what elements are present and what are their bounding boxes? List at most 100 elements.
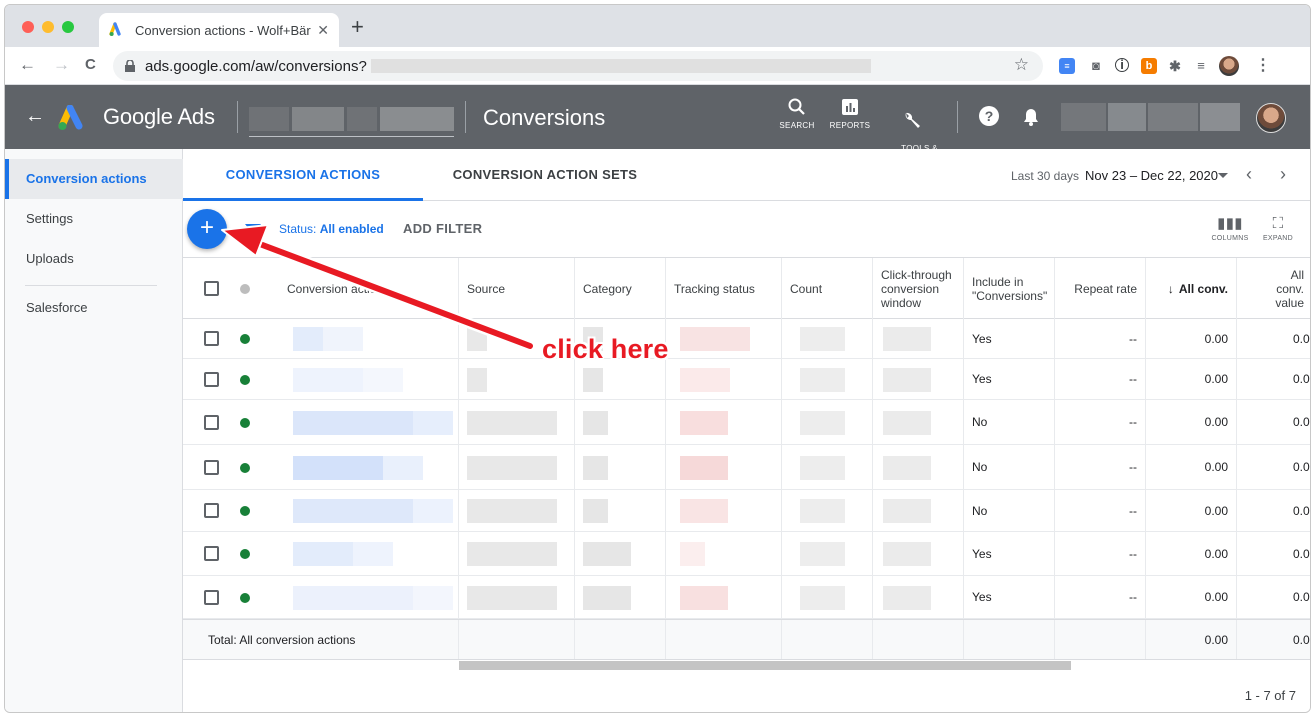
row-checkbox[interactable]: [204, 372, 219, 387]
cell-repeat-rate: --: [1055, 400, 1146, 444]
col-click-through-window[interactable]: Click-through conversion window: [873, 258, 964, 319]
total-cell-empty: [666, 620, 782, 659]
browser-toolbar: ← → C ads.google.com/aw/conversions? ☆ ≡…: [5, 47, 1310, 85]
sidebar-divider: [25, 285, 157, 286]
row-checkbox[interactable]: [204, 503, 219, 518]
notifications-bell-icon[interactable]: [1022, 107, 1040, 127]
help-icon[interactable]: ?: [979, 106, 999, 126]
camera-extension-icon[interactable]: ◙: [1088, 58, 1104, 74]
date-dropdown-icon[interactable]: [1218, 173, 1228, 178]
new-tab-button[interactable]: +: [351, 16, 364, 38]
puzzle-extensions-icon[interactable]: ✱: [1167, 58, 1183, 74]
col-repeat-rate[interactable]: Repeat rate: [1055, 258, 1146, 319]
status-filter[interactable]: Status: All enabled: [279, 222, 384, 236]
cell-conversion-action[interactable]: [279, 576, 459, 618]
table-row[interactable]: Yes--0.000.00: [183, 576, 1310, 619]
row-checkbox[interactable]: [204, 590, 219, 605]
tab-conversion-actions[interactable]: CONVERSION ACTIONS: [183, 149, 423, 201]
close-window-button[interactable]: [22, 21, 34, 33]
back-arrow-icon[interactable]: ←: [25, 105, 45, 128]
cell-source: [459, 576, 575, 618]
reports-button[interactable]: REPORTS: [821, 97, 879, 130]
cell-conversion-action[interactable]: [279, 445, 459, 489]
browser-menu-icon[interactable]: ⋮: [1255, 58, 1271, 74]
table-row[interactable]: Yes--0.000.00: [183, 319, 1310, 359]
row-checkbox[interactable]: [204, 415, 219, 430]
address-bar[interactable]: ads.google.com/aw/conversions? ☆: [113, 51, 1043, 81]
row-checkbox[interactable]: [204, 546, 219, 561]
reload-button[interactable]: C: [85, 56, 96, 74]
extension-1-icon[interactable]: ≡: [1059, 58, 1075, 74]
sidebar-item-settings[interactable]: Settings: [5, 199, 183, 239]
account-selector[interactable]: [249, 107, 454, 137]
col-category[interactable]: Category: [575, 258, 666, 319]
col-conversion-action[interactable]: Conversion action: [279, 258, 459, 319]
row-checkbox[interactable]: [204, 331, 219, 346]
cell-include-in-conversions: Yes: [964, 319, 1055, 358]
sidebar-item-salesforce[interactable]: Salesforce: [5, 288, 183, 328]
col-source[interactable]: Source: [459, 258, 575, 319]
col-include-in-conversions[interactable]: Include in "Conversions": [964, 258, 1055, 319]
table-row[interactable]: No--0.000.00: [183, 445, 1310, 490]
cell-all-conv-value: 0.00: [1293, 460, 1310, 474]
status-header-dot: [240, 284, 250, 294]
expand-button[interactable]: ⛶ EXPAND: [1254, 213, 1302, 242]
cell-conversion-action[interactable]: [279, 319, 459, 358]
table-row[interactable]: No--0.000.00: [183, 400, 1310, 445]
account-avatar[interactable]: [1256, 103, 1286, 133]
status-enabled-dot: [240, 418, 250, 428]
info-extension-icon[interactable]: i: [1115, 58, 1129, 72]
bookmark-star-icon[interactable]: ☆: [1014, 55, 1029, 75]
hubspot-extension-icon[interactable]: b: [1141, 58, 1157, 74]
cell-category: [575, 359, 666, 399]
col-count[interactable]: Count: [782, 258, 873, 319]
horizontal-scrollbar[interactable]: [459, 661, 1071, 670]
cell-count: [782, 445, 873, 489]
cell-all-conv: 0.00: [1146, 532, 1237, 575]
total-cell-empty: [575, 620, 666, 659]
sidebar-item-uploads[interactable]: Uploads: [5, 239, 183, 279]
cell-click-through-window: [873, 400, 964, 444]
select-all-checkbox[interactable]: [204, 281, 219, 296]
col-all-conv-label: All conv.: [1178, 281, 1228, 296]
page-title: Conversions: [483, 105, 606, 130]
col-tracking-status[interactable]: Tracking status: [666, 258, 782, 319]
close-tab-icon[interactable]: ✕: [317, 22, 329, 39]
previous-period-icon[interactable]: ‹: [1246, 165, 1252, 183]
row-checkbox[interactable]: [204, 460, 219, 475]
zoom-window-button[interactable]: [62, 21, 74, 33]
main-content: CONVERSION ACTIONS CONVERSION ACTION SET…: [183, 149, 1310, 712]
total-all-conv: 0.00: [1146, 620, 1237, 659]
cell-repeat-rate: --: [1055, 359, 1146, 399]
table-row[interactable]: Yes--0.000.00: [183, 532, 1310, 576]
columns-button[interactable]: ▮▮▮ COLUMNS: [1206, 213, 1254, 242]
add-conversion-action-button[interactable]: +: [187, 209, 227, 249]
pagination-label: 1 - 7 of 7: [1244, 688, 1296, 703]
cell-repeat-rate: --: [1055, 490, 1146, 531]
cell-conversion-action[interactable]: [279, 359, 459, 399]
sidebar-item-conversion-actions[interactable]: Conversion actions: [5, 159, 183, 199]
date-range-selector[interactable]: Last 30 days Nov 23 – Dec 22, 2020: [1011, 168, 1218, 183]
back-button[interactable]: ←: [19, 56, 36, 74]
add-filter-button[interactable]: ADD FILTER: [403, 221, 482, 236]
cell-conversion-action[interactable]: [279, 400, 459, 444]
col-all-conv[interactable]: ↓ All conv.: [1146, 258, 1237, 319]
table-row[interactable]: No--0.000.00: [183, 490, 1310, 532]
cell-category: [575, 576, 666, 618]
media-controls-icon[interactable]: ≡: [1193, 58, 1209, 74]
cell-conversion-action[interactable]: [279, 532, 459, 575]
cell-conversion-action[interactable]: [279, 490, 459, 531]
wrench-icon: [905, 112, 920, 128]
table-row[interactable]: Yes--0.000.00: [183, 359, 1310, 400]
filter-funnel-icon[interactable]: [245, 224, 261, 234]
col-all-conv-value[interactable]: All conv. value: [1237, 258, 1310, 319]
cell-all-conv: 0.00: [1146, 359, 1237, 399]
cell-include-in-conversions: Yes: [964, 359, 1055, 399]
profile-avatar[interactable]: [1219, 56, 1239, 76]
minimize-window-button[interactable]: [42, 21, 54, 33]
next-period-icon[interactable]: ›: [1280, 165, 1286, 183]
browser-tab[interactable]: Conversion actions - Wolf+Bär ✕: [99, 13, 339, 47]
forward-button[interactable]: →: [53, 56, 70, 74]
tab-conversion-action-sets[interactable]: CONVERSION ACTION SETS: [423, 149, 667, 201]
search-button[interactable]: SEARCH: [768, 97, 826, 130]
